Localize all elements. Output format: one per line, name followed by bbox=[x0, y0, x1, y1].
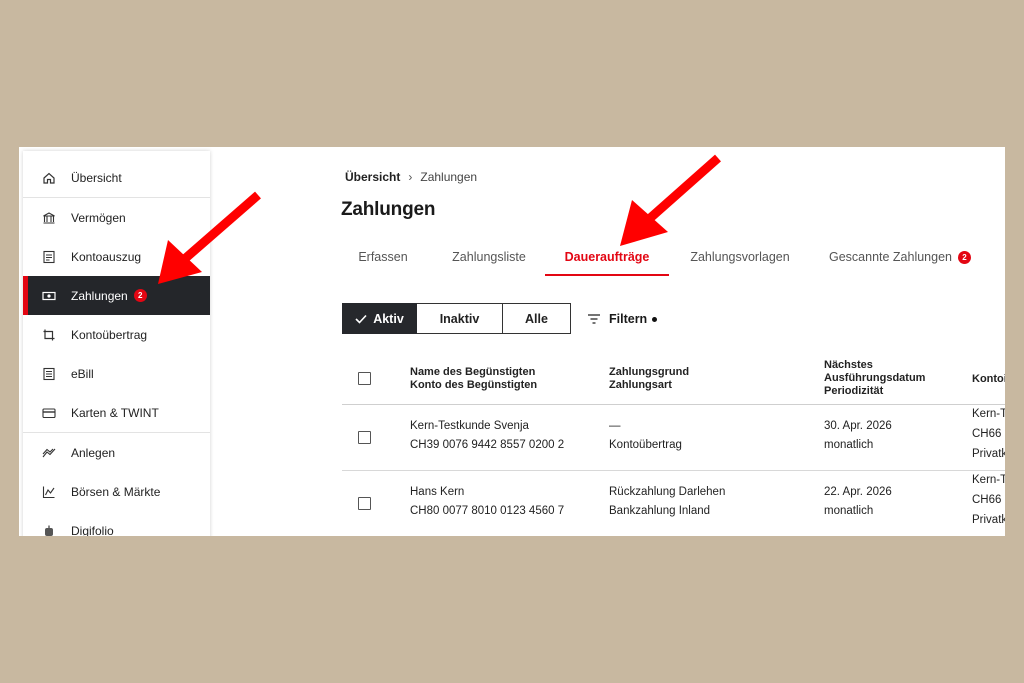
payment-type: Bankzahlung Inland bbox=[609, 505, 711, 517]
sidebar-item-label: Vermögen bbox=[71, 210, 126, 225]
header-line: Periodizität bbox=[824, 385, 884, 397]
statement-icon bbox=[41, 249, 57, 265]
filter-icon bbox=[588, 314, 600, 324]
payment-reason: — bbox=[609, 420, 621, 432]
periodicity: monatlich bbox=[824, 505, 874, 517]
sidebar-item-label: Digifolio bbox=[71, 523, 114, 537]
bank-icon bbox=[41, 210, 57, 226]
header-line: Zahlungsgrund bbox=[609, 366, 690, 378]
card-icon bbox=[41, 405, 57, 421]
row-checkbox[interactable] bbox=[358, 497, 371, 510]
breadcrumb-current: Zahlungen bbox=[420, 170, 478, 184]
home-icon bbox=[41, 170, 57, 186]
sidebar-item-label: Zahlungen bbox=[71, 288, 128, 303]
tab-dauerauftraege[interactable]: Daueraufträge bbox=[545, 240, 669, 276]
header-line: Name des Begünstigten bbox=[410, 366, 536, 378]
column-header-reason[interactable]: Zahlungsgrund Zahlungsart bbox=[609, 366, 689, 392]
tab-zahlungsvorlagen[interactable]: Zahlungsvorlagen bbox=[687, 240, 793, 274]
payment-icon bbox=[41, 288, 57, 304]
sidebar: Übersicht Vermögen Kontoauszug Zahlungen… bbox=[23, 151, 210, 536]
status-segmented-control: Aktiv Inaktiv Alle bbox=[342, 303, 571, 334]
notification-badge: 2 bbox=[958, 250, 971, 264]
transfer-icon bbox=[41, 327, 57, 343]
segment-aktiv[interactable]: Aktiv bbox=[342, 303, 417, 334]
breadcrumb-home-link[interactable]: Übersicht bbox=[345, 170, 400, 184]
beneficiary-iban: CH80 0077 8010 0123 4560 7 bbox=[410, 505, 565, 517]
payment-reason: Rückzahlung Darlehen bbox=[609, 486, 726, 498]
beneficiary-iban: CH39 0076 9442 8557 0200 2 bbox=[410, 439, 565, 451]
tab-erfassen[interactable]: Erfassen bbox=[341, 240, 425, 274]
debit-account-name: Kern-Te bbox=[972, 408, 1005, 420]
row-checkbox[interactable] bbox=[358, 431, 371, 444]
sidebar-item-anlegen[interactable]: Anlegen bbox=[23, 433, 210, 472]
market-icon bbox=[41, 484, 57, 500]
periodicity: monatlich bbox=[824, 439, 874, 451]
debit-account-iban: CH66 bbox=[972, 428, 1002, 440]
table-header: Name des Begünstigten Konto des Begünsti… bbox=[342, 355, 1005, 405]
sidebar-item-label: eBill bbox=[71, 366, 94, 381]
invest-icon bbox=[41, 445, 57, 461]
debit-account-type: Privatk bbox=[972, 514, 1005, 526]
segment-inaktiv[interactable]: Inaktiv bbox=[417, 303, 503, 334]
debit-account-iban: CH66 bbox=[972, 494, 1002, 506]
sidebar-item-karten-twint[interactable]: Karten & TWINT bbox=[23, 393, 210, 432]
sidebar-item-label: Karten & TWINT bbox=[71, 405, 159, 420]
payment-type: Kontoübertrag bbox=[609, 439, 682, 451]
tab-zahlungsliste[interactable]: Zahlungsliste bbox=[437, 240, 541, 274]
segment-label: Aktiv bbox=[373, 311, 404, 326]
sidebar-item-label: Kontoauszug bbox=[71, 249, 142, 264]
select-all-checkbox[interactable] bbox=[358, 372, 371, 385]
sidebar-item-label: Übersicht bbox=[71, 170, 122, 185]
filter-button[interactable]: Filtern bbox=[587, 307, 658, 331]
tab-label: Gescannte Zahlungen bbox=[828, 250, 952, 264]
segment-label: Alle bbox=[525, 311, 548, 326]
tab-label: Erfassen bbox=[358, 250, 408, 264]
sidebar-item-uebersicht[interactable]: Übersicht bbox=[23, 158, 210, 197]
header-line: Konto des Begünstigten bbox=[410, 379, 538, 391]
header-line: Nächstes bbox=[824, 359, 873, 371]
ebill-icon bbox=[41, 366, 57, 382]
breadcrumb-separator: › bbox=[408, 170, 413, 184]
sidebar-item-kontoauszug[interactable]: Kontoauszug bbox=[23, 237, 210, 276]
notification-badge: 2 bbox=[133, 289, 147, 302]
breadcrumb: Übersicht › Zahlungen bbox=[345, 170, 477, 184]
sidebar-item-label: Anlegen bbox=[71, 445, 116, 460]
segment-label: Inaktiv bbox=[439, 311, 480, 326]
app-window: Übersicht Vermögen Kontoauszug Zahlungen… bbox=[19, 147, 1005, 536]
sidebar-item-digifolio[interactable]: Digifolio bbox=[23, 511, 210, 536]
beneficiary-name: Kern-Testkunde Svenja bbox=[410, 420, 529, 432]
page-title: Zahlungen bbox=[341, 199, 436, 220]
check-icon bbox=[355, 314, 367, 324]
debit-account-name: Kern-Te bbox=[972, 474, 1005, 486]
next-execution-date: 22. Apr. 2026 bbox=[824, 486, 892, 498]
debit-account-type: Privatk bbox=[972, 448, 1005, 460]
beneficiary-name: Hans Kern bbox=[410, 486, 465, 498]
table-row[interactable]: Hans Kern CH80 0077 8010 0123 4560 7 Rüc… bbox=[342, 471, 1005, 536]
sidebar-item-ebill[interactable]: eBill bbox=[23, 354, 210, 393]
table-row[interactable]: Kern-Testkunde Svenja CH39 0076 9442 855… bbox=[342, 405, 1005, 471]
tab-label: Daueraufträge bbox=[564, 250, 650, 264]
tab-label: Zahlungsvorlagen bbox=[690, 250, 790, 264]
active-filter-indicator bbox=[652, 316, 658, 322]
header-line: Zahlungsart bbox=[609, 379, 672, 391]
sidebar-item-label: Börsen & Märkte bbox=[71, 484, 161, 499]
column-header-date[interactable]: Nächstes Ausführungsdatum Periodizität bbox=[824, 359, 925, 398]
tab-gescannte-zahlungen[interactable]: Gescannte Zahlungen 2 bbox=[827, 240, 973, 274]
sidebar-item-zahlungen[interactable]: Zahlungen 2 bbox=[23, 276, 210, 315]
column-header-beneficiary[interactable]: Name des Begünstigten Konto des Begünsti… bbox=[410, 366, 537, 392]
next-execution-date: 30. Apr. 2026 bbox=[824, 420, 892, 432]
column-header-account[interactable]: Kontoi bbox=[972, 373, 1005, 386]
sidebar-item-boersen-maerkte[interactable]: Börsen & Märkte bbox=[23, 472, 210, 511]
filter-label: Filtern bbox=[609, 312, 648, 326]
sidebar-item-kontouebertrag[interactable]: Kontoübertrag bbox=[23, 315, 210, 354]
sidebar-item-vermoegen[interactable]: Vermögen bbox=[23, 198, 210, 237]
tab-label: Zahlungsliste bbox=[452, 250, 526, 264]
header-line: Ausführungsdatum bbox=[824, 372, 926, 384]
robot-icon bbox=[41, 523, 57, 537]
sidebar-item-label: Kontoübertrag bbox=[71, 327, 148, 342]
segment-alle[interactable]: Alle bbox=[503, 303, 571, 334]
